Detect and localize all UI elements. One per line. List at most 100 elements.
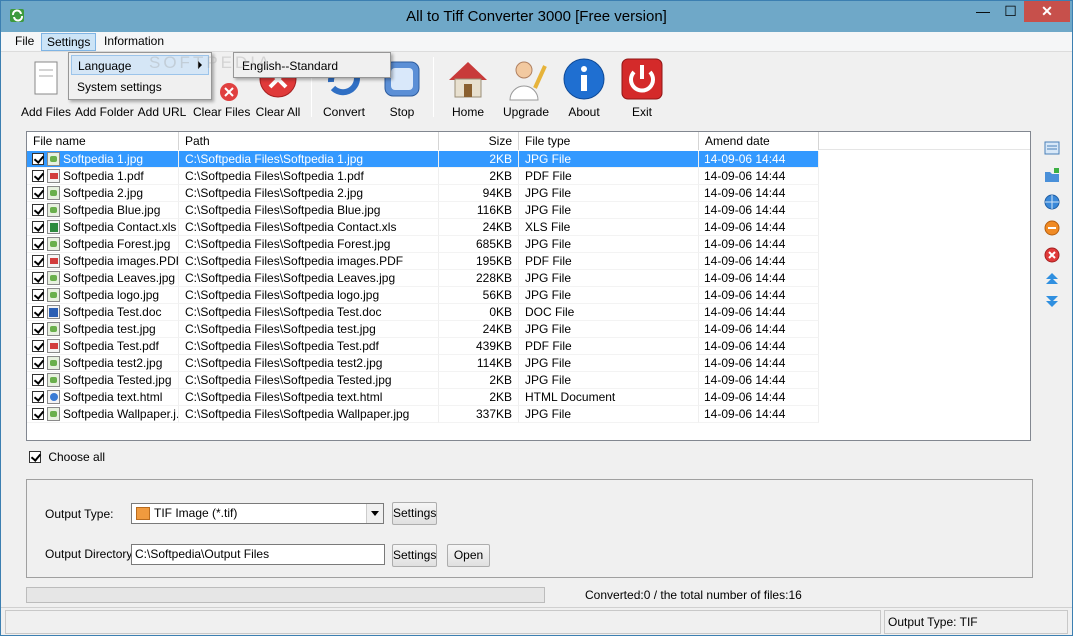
window-title: All to Tiff Converter 3000 [Free version… [406,8,667,25]
cell-file-type: JPG File [519,372,699,389]
cell-amend-date: 14-09-06 14:44 [699,372,819,389]
about-label: About [568,105,600,119]
cell-path: C:\Softpedia Files\Softpedia Test.pdf [179,338,439,355]
row-checkbox[interactable] [32,255,44,267]
cell-file-type: JPG File [519,151,699,168]
add-files-button[interactable]: Add Files [20,53,72,121]
add-files-icon [34,61,58,95]
about-button[interactable]: About [560,53,608,121]
table-row[interactable]: Softpedia test.jpg C:\Softpedia Files\Sof… [27,321,819,338]
move-up-icon[interactable] [1044,271,1060,287]
table-row[interactable]: Softpedia 2.jpg C:\Softpedia Files\Softpe… [27,185,819,202]
row-checkbox[interactable] [32,374,44,386]
open-button[interactable]: Open [447,544,490,567]
table-row[interactable]: Softpedia Tested.jpg C:\Softpedia Files\S… [27,372,819,389]
row-checkbox[interactable] [32,153,44,165]
menu-settings[interactable]: Settings [41,33,97,51]
pdf-file-icon [47,339,60,353]
menu-item-language-label: Language [78,59,132,73]
choose-all-checkbox[interactable]: Choose all [29,450,105,464]
column-header-file-name[interactable]: File name [27,132,179,150]
checkbox-icon[interactable] [29,451,41,463]
row-checkbox[interactable] [32,170,44,182]
output-directory-field[interactable]: C:\Softpedia\Output Files [131,544,385,565]
upgrade-label: Upgrade [502,105,550,119]
cell-file-name: Softpedia Tested.jpg [27,372,179,389]
row-checkbox[interactable] [32,289,44,301]
globe-icon[interactable] [1044,194,1060,210]
menu-information[interactable]: Information [99,33,169,51]
row-checkbox[interactable] [32,306,44,318]
row-checkbox[interactable] [32,357,44,369]
table-row[interactable]: Softpedia test2.jpg C:\Softpedia Files\So… [27,355,819,372]
clear-icon[interactable] [1044,247,1060,263]
column-header-size[interactable]: Size [439,132,519,150]
table-row[interactable]: Softpedia Blue.jpg C:\Softpedia Files\Sof… [27,202,819,219]
exit-button[interactable]: Exit [618,53,666,121]
menu-file[interactable]: File [10,33,39,51]
output-directory-settings-button[interactable]: Settings [392,544,437,567]
row-checkbox[interactable] [32,323,44,335]
table-row[interactable]: Softpedia Forest.jpg C:\Softpedia Files\S… [27,236,819,253]
table-row[interactable]: Softpedia 1.jpg C:\Softpedia Files\Softpe… [27,151,819,168]
table-row[interactable]: Softpedia Leaves.jpg C:\Softpedia Files\S… [27,270,819,287]
list-header: File name Path Size File type Amend date [27,132,1030,150]
table-row[interactable]: Softpedia logo.jpg C:\Softpedia Files\Sof… [27,287,819,304]
table-row[interactable]: Softpedia images.PDF C:\Softpedia Files\S… [27,253,819,270]
cell-size: 24KB [439,321,519,338]
file-name-text: Softpedia Forest.jpg [63,237,171,251]
html-file-icon [47,390,60,404]
output-type-settings-button[interactable]: Settings [392,502,437,525]
table-row[interactable]: Softpedia Test.doc C:\Softpedia Files\Sof… [27,304,819,321]
row-checkbox[interactable] [32,408,44,420]
jpg-file-icon [47,271,60,285]
column-header-amend-date[interactable]: Amend date [699,132,819,150]
table-row[interactable]: Softpedia Contact.xls C:\Softpedia Files\… [27,219,819,236]
list-icon[interactable] [1044,140,1060,156]
column-header-path[interactable]: Path [179,132,439,150]
table-row[interactable]: Softpedia text.html C:\Softpedia Files\So… [27,389,819,406]
file-list[interactable]: File name Path Size File type Amend date… [26,131,1031,441]
output-type-value: TIF Image (*.tif) [154,506,238,520]
table-row[interactable]: Softpedia 1.pdf C:\Softpedia Files\Softpe… [27,168,819,185]
title-bar[interactable]: All to Tiff Converter 3000 [Free version… [1,1,1072,32]
row-checkbox[interactable] [32,204,44,216]
cell-size: 2KB [439,372,519,389]
cell-file-name: Softpedia logo.jpg [27,287,179,304]
row-checkbox[interactable] [32,238,44,250]
cell-file-name: Softpedia images.PDF [27,253,179,270]
pdf-file-icon [47,169,60,183]
clear-files-label: Clear Files [193,105,251,119]
upgrade-button[interactable]: Upgrade [501,53,551,121]
cell-file-name: Softpedia text.html [27,389,179,406]
row-checkbox[interactable] [32,272,44,284]
cell-path: C:\Softpedia Files\Softpedia 1.pdf [179,168,439,185]
stop-label: Stop [389,105,415,119]
cell-amend-date: 14-09-06 14:44 [699,219,819,236]
file-name-text: Softpedia test.jpg [63,322,156,336]
upgrade-icon [509,61,547,101]
row-checkbox[interactable] [32,187,44,199]
move-down-icon[interactable] [1044,293,1060,309]
table-row[interactable]: Softpedia Wallpaper.j... C:\Softpedia Fil… [27,406,819,423]
home-button[interactable]: Home [444,53,492,121]
cell-amend-date: 14-09-06 14:44 [699,389,819,406]
remove-icon[interactable] [1044,220,1060,236]
table-row[interactable]: Softpedia Test.pdf C:\Softpedia Files\Sof… [27,338,819,355]
row-checkbox[interactable] [32,340,44,352]
row-checkbox[interactable] [32,221,44,233]
maximize-button[interactable]: ☐ [997,1,1024,22]
chevron-down-icon[interactable] [366,504,383,523]
close-button[interactable]: ✕ [1024,1,1070,22]
cell-file-type: JPG File [519,355,699,372]
cell-file-name: Softpedia test2.jpg [27,355,179,372]
output-type-select[interactable]: TIF Image (*.tif) [131,503,384,524]
menu-item-system-settings[interactable]: System settings [71,77,209,97]
column-header-file-type[interactable]: File type [519,132,699,150]
home-icon [449,62,487,98]
minimize-button[interactable]: — [969,1,997,22]
file-name-text: Softpedia Contact.xls [63,220,177,234]
add-folder-small-icon[interactable] [1044,167,1060,183]
row-checkbox[interactable] [32,391,44,403]
cell-file-type: XLS File [519,219,699,236]
